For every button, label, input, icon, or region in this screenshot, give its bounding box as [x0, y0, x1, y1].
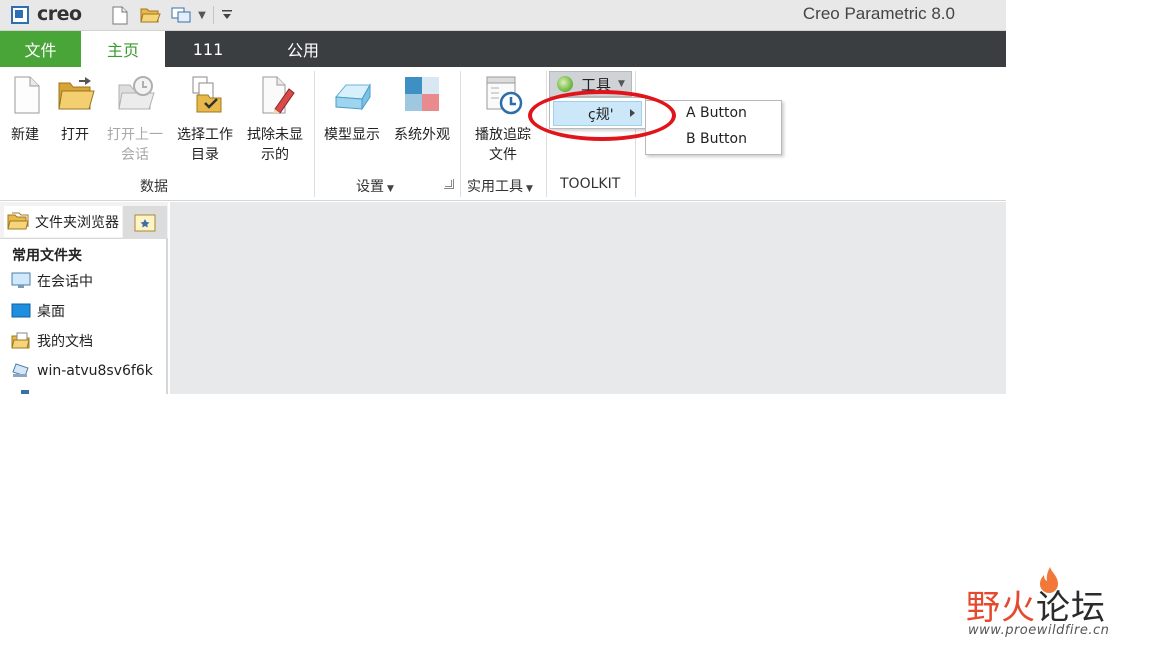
- group-divider: [546, 71, 547, 197]
- nav-item-in-session[interactable]: 在会话中: [11, 270, 93, 292]
- open-button[interactable]: 打开: [43, 73, 107, 145]
- group-label-utilities[interactable]: 实用工具 ▼: [467, 176, 533, 196]
- group-label-data: 数据: [140, 179, 168, 195]
- nav-item-computer[interactable]: win-atvu8sv6f6k: [11, 360, 153, 382]
- tab-common[interactable]: 公用: [266, 31, 340, 67]
- ribbon-tab-strip: 文件 主页 111 公用: [0, 31, 1006, 67]
- group-label-settings[interactable]: 设置 ▼: [356, 176, 394, 196]
- next-item-icon: [21, 390, 29, 394]
- folder-browser-tab-label: 文件夹浏览器: [35, 214, 119, 231]
- customize-toolbar-icon[interactable]: [220, 5, 234, 25]
- navigator-tabs: 文件夹浏览器: [0, 202, 168, 239]
- select-working-directory-button[interactable]: 选择工作 目录: [173, 73, 237, 165]
- network-computer-icon: [12, 363, 29, 377]
- chevron-down-icon: ▼: [618, 79, 625, 89]
- group-label-toolkit: TOOLKIT: [560, 176, 621, 192]
- play-trail-file-button[interactable]: 播放追踪 文件: [471, 73, 535, 165]
- tab-favorites[interactable]: [123, 206, 167, 239]
- group-divider: [460, 71, 461, 197]
- model-display-button[interactable]: 模型显示: [320, 73, 384, 145]
- play-trail-label-2: 文件: [489, 147, 517, 163]
- chevron-down-icon: ▼: [387, 184, 394, 194]
- settings-group-text: 设置: [356, 179, 384, 195]
- new-file-icon: [14, 76, 40, 114]
- creo-logo: creo: [37, 3, 82, 25]
- navigator-panel: 常用文件夹 在会话中 桌面 我的文档 win-atvu8sv6f6k: [0, 239, 168, 394]
- erase-label-2: 示的: [261, 147, 289, 163]
- ribbon: 新建 打开 打开上一 会话 选择工作 目录 拭除未显 示的 数据 模型显示 系统…: [0, 67, 1006, 201]
- nav-item-label: win-atvu8sv6f6k: [37, 363, 153, 379]
- erase-icon: [262, 76, 295, 114]
- a-button-menu-item[interactable]: A Button: [686, 105, 747, 121]
- open-last-session-label-2: 会话: [121, 147, 149, 163]
- tab-111[interactable]: 111: [170, 31, 246, 67]
- watermark-url: www.proewildfire.cn: [968, 623, 1110, 638]
- common-folders-header: 常用文件夹: [12, 248, 82, 264]
- nav-item-label: 我的文档: [37, 334, 93, 350]
- tab-folder-browser[interactable]: 文件夹浏览器: [4, 206, 122, 237]
- nav-item-label: 桌面: [37, 304, 65, 320]
- monitor-icon: [11, 272, 31, 288]
- open-last-session-button[interactable]: 打开上一 会话: [103, 73, 167, 165]
- system-appearance-icon: [405, 77, 439, 111]
- system-appearance-label: 系统外观: [394, 127, 450, 143]
- erase-not-displayed-button[interactable]: 拭除未显 示的: [243, 73, 307, 165]
- red-annotation-ellipse: [528, 90, 676, 141]
- divider: [213, 6, 214, 24]
- folder-browser-icon: [7, 212, 29, 229]
- open-folder-icon[interactable]: [139, 5, 161, 25]
- title-bar: creo ▼ Creo Parametric 8.0: [0, 0, 1006, 31]
- select-directory-icon: [192, 76, 222, 113]
- select-directory-label-2: 目录: [191, 147, 219, 163]
- group-divider: [314, 71, 315, 197]
- play-trail-label-1: 播放追踪: [475, 127, 531, 143]
- open-button-label: 打开: [61, 127, 89, 143]
- dialog-launcher-icon[interactable]: [444, 179, 454, 189]
- nav-item-label: 在会话中: [37, 274, 93, 290]
- chevron-down-icon: ▼: [526, 184, 533, 194]
- window-title: Creo Parametric 8.0: [802, 4, 955, 23]
- watermark-title-part1: 野火: [966, 588, 1036, 628]
- favorites-icon: [134, 214, 156, 231]
- chevron-down-icon[interactable]: ▼: [197, 5, 207, 25]
- model-display-icon: [334, 83, 371, 111]
- system-appearance-button[interactable]: 系统外观: [390, 73, 454, 145]
- forum-watermark: 野火论坛 www.proewildfire.cn: [966, 566, 1146, 642]
- watermark-title-part2: 论坛: [1036, 588, 1106, 628]
- nav-item-my-documents[interactable]: 我的文档: [11, 330, 93, 352]
- creo-window: creo ▼ Creo Parametric 8.0 文件 主页 111 公用 …: [0, 0, 1006, 394]
- erase-label-1: 拭除未显: [247, 127, 303, 143]
- documents-icon: [11, 332, 30, 349]
- utilities-group-text: 实用工具: [467, 179, 523, 195]
- open-last-session-label-1: 打开上一: [107, 127, 163, 143]
- window-icon[interactable]: [170, 5, 192, 25]
- play-trail-icon: [486, 76, 523, 115]
- model-display-label: 模型显示: [324, 127, 380, 143]
- tab-home[interactable]: 主页: [81, 31, 165, 67]
- graphics-area[interactable]: [170, 202, 1006, 394]
- b-button-menu-item[interactable]: B Button: [686, 131, 747, 147]
- open-last-session-icon: [118, 76, 155, 110]
- desktop-icon: [11, 303, 31, 318]
- app-icon[interactable]: [11, 6, 29, 24]
- open-folder-icon: [58, 77, 95, 110]
- nav-item-desktop[interactable]: 桌面: [11, 300, 65, 322]
- tools-icon: [557, 76, 573, 92]
- select-directory-label-1: 选择工作: [177, 127, 233, 143]
- new-icon[interactable]: [111, 5, 129, 25]
- tab-file[interactable]: 文件: [0, 31, 81, 67]
